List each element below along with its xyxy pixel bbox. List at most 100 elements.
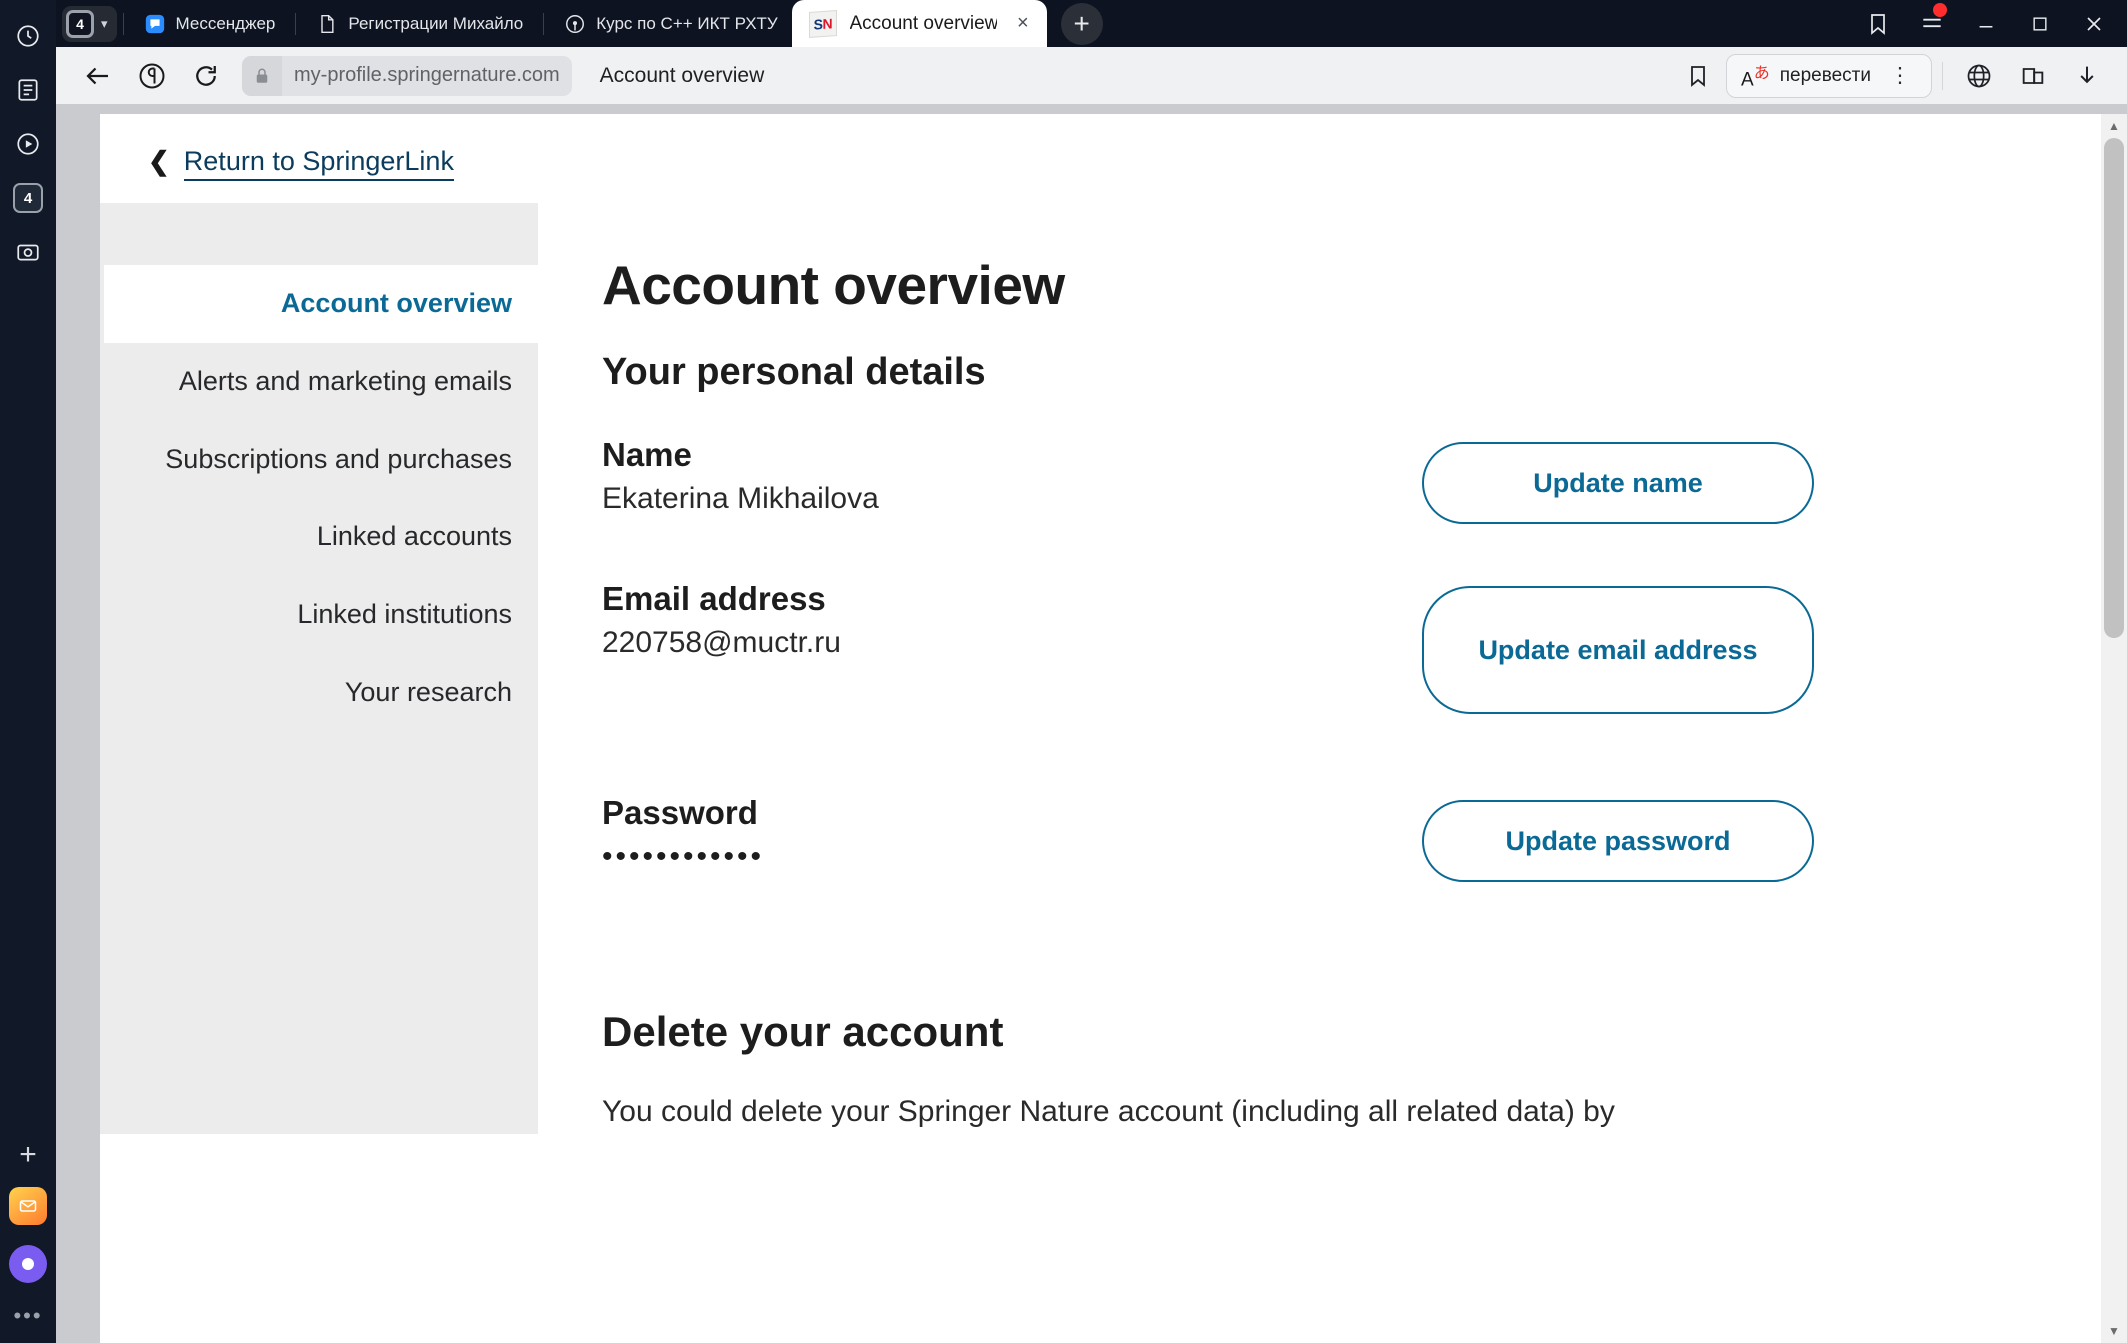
- browser-viewport: ❮ Return to SpringerLink Account overvie…: [56, 104, 2127, 1343]
- main-content: Account overview Your personal details N…: [538, 203, 2101, 1134]
- personal-details-heading: Your personal details: [602, 351, 986, 393]
- window-controls: [1853, 1, 2127, 47]
- tab-divider: [543, 12, 545, 35]
- reader-mode-icon[interactable]: [6, 68, 50, 112]
- lock-icon: [242, 55, 282, 96]
- new-tab-button[interactable]: +: [1060, 2, 1103, 45]
- sidebar-item-linked-institutions[interactable]: Linked institutions: [100, 576, 538, 654]
- tab-cpp-course[interactable]: Курс по С++ ИКТ РХТУ: [550, 3, 791, 45]
- toolbar-right-actions: Aあ перевести ⋮: [1672, 53, 2113, 99]
- sidebar-item-your-research[interactable]: Your research: [100, 654, 538, 732]
- web-page: ❮ Return to SpringerLink Account overvie…: [100, 114, 2101, 1343]
- messenger-icon: [144, 13, 166, 35]
- maximize-button[interactable]: [2015, 1, 2065, 47]
- chevron-down-icon[interactable]: ▾: [98, 16, 111, 32]
- scrollbar-thumb[interactable]: [2104, 138, 2124, 638]
- translate-label: перевести: [1779, 64, 1871, 86]
- minimize-button[interactable]: [1961, 1, 2011, 47]
- browser-side-rail: 4 + •••: [0, 0, 56, 1343]
- tab-group-pill[interactable]: 4 ▾: [62, 5, 117, 42]
- name-button-col: Update name: [1422, 436, 1814, 524]
- password-label: Password: [602, 794, 758, 831]
- return-to-springerlink-link[interactable]: ❮ Return to SpringerLink: [148, 146, 454, 181]
- delete-account-heading: Delete your account: [602, 1008, 1004, 1055]
- update-password-button[interactable]: Update password: [1422, 800, 1814, 882]
- tab-divider: [295, 12, 297, 35]
- add-app-icon[interactable]: +: [6, 1133, 50, 1177]
- reload-icon[interactable]: [182, 54, 230, 98]
- github-icon: [564, 13, 586, 35]
- assistant-app-icon[interactable]: [9, 1245, 47, 1283]
- password-field: Password ••••••••••••: [602, 794, 1422, 874]
- email-value: 220758@muctr.ru: [602, 626, 841, 659]
- chevron-left-icon: ❮: [148, 146, 170, 176]
- globe-icon[interactable]: [1953, 53, 2005, 99]
- tab-label: Регистрации Михайло: [348, 13, 524, 33]
- field-row-name: Name Ekaterina Mikhailova Update name: [602, 436, 2101, 524]
- tab-registrations[interactable]: Регистрации Михайло: [302, 3, 537, 45]
- password-button-col: Update password: [1422, 794, 1814, 882]
- scroll-up-arrow-icon[interactable]: ▲: [2101, 114, 2127, 138]
- collections-icon[interactable]: [2007, 53, 2059, 99]
- update-email-address-button[interactable]: Update email address: [1422, 586, 1814, 714]
- content-grid: Account overview Alerts and marketing em…: [100, 203, 2101, 1134]
- update-name-button[interactable]: Update name: [1422, 442, 1814, 524]
- history-icon[interactable]: [6, 14, 50, 58]
- close-window-button[interactable]: [2069, 1, 2119, 47]
- email-button-col: Update email address: [1422, 580, 1814, 714]
- browser-toolbar: my-profile.springernature.com Account ov…: [56, 47, 2127, 104]
- springer-nature-favicon: SN: [809, 10, 836, 37]
- more-dots-icon[interactable]: •••: [13, 1303, 42, 1329]
- notification-badge: [1933, 2, 1947, 17]
- sidebar-item-alerts-and-marketing-emails[interactable]: Alerts and marketing emails: [100, 343, 538, 421]
- page-title: Account overview: [602, 254, 1065, 316]
- bookmark-icon[interactable]: [1853, 1, 1903, 47]
- return-link-container: ❮ Return to SpringerLink: [100, 114, 2101, 181]
- tab-label: Курс по С++ ИКТ РХТУ: [596, 13, 778, 33]
- tab-account-overview[interactable]: SN Account overview ×: [791, 0, 1047, 47]
- document-icon: [316, 13, 338, 35]
- tab-divider: [122, 12, 124, 35]
- address-bar[interactable]: my-profile.springernature.com: [242, 55, 572, 96]
- tab-strip: 4 ▾ Мессенджер Регистрации Михайло Курс …: [56, 0, 2127, 47]
- field-row-email: Email address 220758@muctr.ru Update ema…: [602, 580, 2101, 714]
- yandex-logo-icon[interactable]: [128, 54, 176, 98]
- download-icon[interactable]: [2061, 53, 2113, 99]
- email-field: Email address 220758@muctr.ru: [602, 580, 1422, 660]
- tab-label: Account overview: [849, 12, 998, 34]
- page-title-inline: Account overview: [599, 63, 765, 87]
- close-icon[interactable]: ×: [1017, 12, 1029, 35]
- name-field: Name Ekaterina Mikhailova: [602, 436, 1422, 516]
- back-arrow-icon[interactable]: [74, 54, 122, 98]
- name-label: Name: [602, 436, 692, 473]
- rail-tab-count-badge[interactable]: 4: [6, 176, 50, 220]
- sidebar-item-account-overview[interactable]: Account overview: [104, 265, 538, 343]
- tab-label: Мессенджер: [175, 13, 276, 33]
- bookmark-outline-icon[interactable]: [1672, 53, 1724, 99]
- url-text: my-profile.springernature.com: [294, 64, 560, 86]
- screenshot-icon[interactable]: [6, 230, 50, 274]
- video-play-icon[interactable]: [6, 122, 50, 166]
- field-row-password: Password •••••••••••• Update password: [602, 794, 2101, 882]
- sidebar-item-linked-accounts[interactable]: Linked accounts: [100, 498, 538, 576]
- kebab-menu-icon[interactable]: ⋮: [1881, 63, 1919, 88]
- password-value: ••••••••••••: [602, 840, 765, 873]
- mail-app-icon[interactable]: [9, 1187, 47, 1225]
- tab-group-count: 4: [66, 9, 94, 38]
- hamburger-menu-icon[interactable]: [1907, 1, 1957, 47]
- sidebar-item-subscriptions-and-purchases[interactable]: Subscriptions and purchases: [100, 421, 538, 499]
- return-link-label: Return to SpringerLink: [183, 146, 454, 181]
- account-sidebar-nav: Account overview Alerts and marketing em…: [100, 203, 538, 1134]
- translate-a-icon: Aあ: [1741, 65, 1770, 91]
- scroll-down-arrow-icon[interactable]: ▼: [2101, 1319, 2127, 1343]
- email-label: Email address: [602, 580, 826, 617]
- page-scrollbar[interactable]: ▲ ▼: [2101, 114, 2127, 1343]
- toolbar-divider: [1942, 61, 1943, 90]
- name-value: Ekaterina Mikhailova: [602, 482, 879, 515]
- rail-badge-value: 4: [13, 183, 43, 213]
- tab-messenger[interactable]: Мессенджер: [130, 3, 290, 45]
- translate-button[interactable]: Aあ перевести ⋮: [1726, 53, 1932, 98]
